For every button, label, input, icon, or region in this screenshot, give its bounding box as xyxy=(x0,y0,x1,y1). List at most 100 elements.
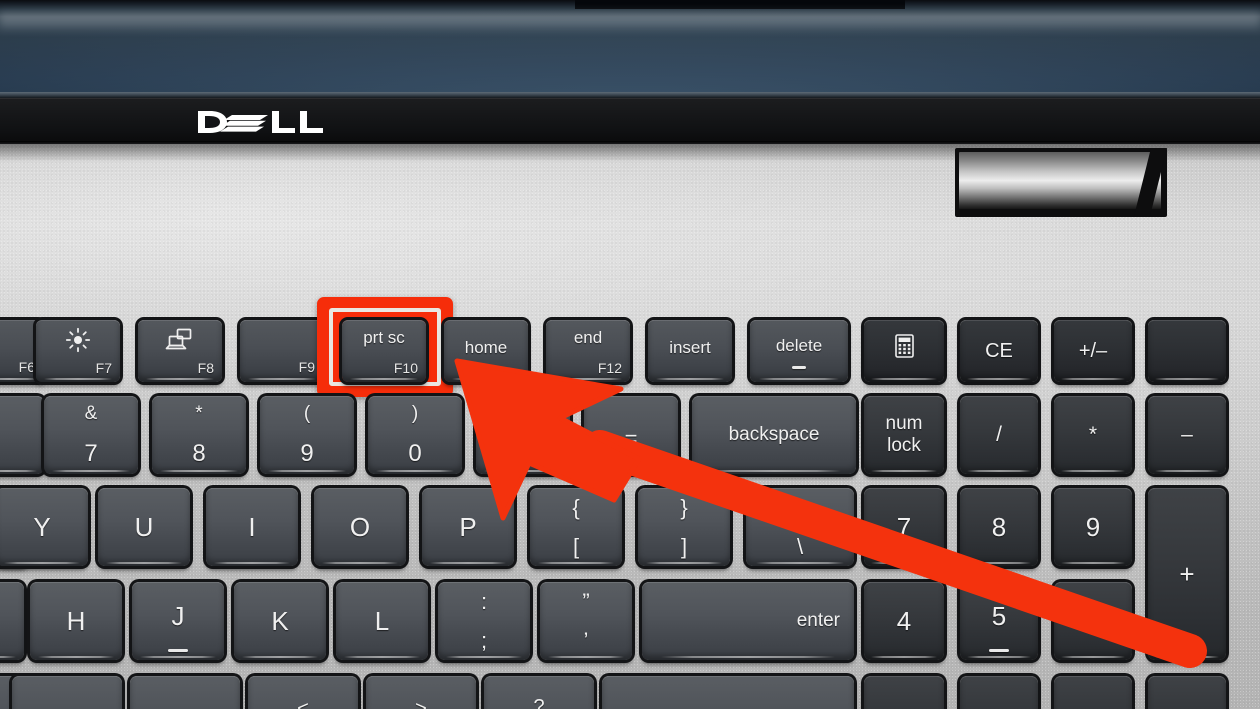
key-numpad-4[interactable]: 4 xyxy=(864,582,944,660)
key-equals[interactable]: = xyxy=(584,396,678,474)
key-num-lock-line1: num xyxy=(885,413,923,435)
key-numpad-plus[interactable]: + xyxy=(1148,488,1226,660)
key-backspace[interactable]: backspace xyxy=(692,396,856,474)
key-numpad-3[interactable] xyxy=(1054,676,1132,709)
key-numpad-5[interactable]: 5 xyxy=(960,582,1038,660)
key-backslash[interactable]: | \ xyxy=(746,488,854,566)
key-plus-minus-label: +/– xyxy=(1078,340,1108,362)
key-u-label: U xyxy=(134,511,154,542)
key-6[interactable] xyxy=(0,396,44,474)
key-numpad-enter[interactable] xyxy=(1148,676,1226,709)
keyboard: F6 F7 F8 F9 prt sc F10 home end F12 inse… xyxy=(0,0,1260,709)
key-numpad-1[interactable] xyxy=(864,676,944,709)
key-u[interactable]: U xyxy=(98,488,190,566)
key-9-shift-label: ( xyxy=(303,403,311,424)
key-period[interactable]: > xyxy=(366,676,476,709)
key-quote[interactable]: ” ’ xyxy=(540,582,632,660)
key-numpad-divide[interactable]: / xyxy=(960,396,1038,474)
key-comma[interactable]: < xyxy=(248,676,358,709)
key-numpad-6-label: 6 xyxy=(1085,605,1101,636)
key-insert-label: insert xyxy=(669,338,711,357)
key-8[interactable]: * 8 xyxy=(152,396,246,474)
key-k[interactable]: K xyxy=(234,582,326,660)
key-delete[interactable]: delete xyxy=(750,320,848,382)
key-numpad-minus[interactable]: – xyxy=(1148,396,1226,474)
key-slash[interactable]: ? xyxy=(484,676,594,709)
key-backspace-label: backspace xyxy=(728,424,820,445)
key-end-fnum: F12 xyxy=(597,360,622,376)
key-y-label: Y xyxy=(33,511,51,542)
key-9[interactable]: ( 9 xyxy=(260,396,354,474)
key-plus-minus[interactable]: +/– xyxy=(1054,320,1132,382)
key-numpad-8-label: 8 xyxy=(991,511,1007,542)
key-enter[interactable]: enter xyxy=(642,582,854,660)
key-0-shift-label: ) xyxy=(411,403,419,424)
key-numpad-7[interactable]: 7 xyxy=(864,488,944,566)
key-o[interactable]: O xyxy=(314,488,406,566)
key-numpad-4-label: 4 xyxy=(896,605,912,636)
key-bracket-right[interactable]: } ] xyxy=(638,488,730,566)
key-end[interactable]: end F12 xyxy=(546,320,630,382)
key-enter-label: enter xyxy=(796,610,840,631)
key-home[interactable]: home xyxy=(444,320,528,382)
key-semicolon-shift-label: : xyxy=(480,589,488,614)
key-i[interactable]: I xyxy=(206,488,298,566)
key-8-shift-label: * xyxy=(195,403,203,424)
key-delete-marker xyxy=(792,366,806,369)
key-bracket-left-shift-label: { xyxy=(572,495,580,520)
key-f8[interactable]: F8 xyxy=(138,320,222,382)
key-semicolon[interactable]: : ; xyxy=(438,582,530,660)
key-equals-label: = xyxy=(624,426,638,451)
key-bracket-right-shift-label: } xyxy=(680,495,688,520)
key-numpad-5-home-marker xyxy=(989,649,1009,652)
key-numpad-8[interactable]: 8 xyxy=(960,488,1038,566)
calculator-icon xyxy=(864,334,944,358)
key-g[interactable] xyxy=(0,582,24,660)
key-bracket-right-label: ] xyxy=(680,534,688,559)
key-7[interactable]: & 7 xyxy=(44,396,138,474)
key-num-lock[interactable]: num lock xyxy=(864,396,944,474)
key-minus-label: – xyxy=(516,426,530,451)
key-l[interactable]: L xyxy=(336,582,428,660)
key-p[interactable]: P xyxy=(422,488,514,566)
key-prt-sc-label: prt sc xyxy=(363,328,405,347)
key-numpad-6[interactable]: 6 xyxy=(1054,582,1132,660)
key-insert[interactable]: insert xyxy=(648,320,732,382)
key-j-home-marker xyxy=(168,649,188,652)
key-f7[interactable]: F7 xyxy=(36,320,120,382)
key-slash-shift-label: ? xyxy=(533,696,545,709)
key-calculator[interactable] xyxy=(864,320,944,382)
key-numpad-multiply[interactable]: * xyxy=(1054,396,1132,474)
key-m[interactable] xyxy=(130,676,240,709)
key-semicolon-label: ; xyxy=(480,628,488,653)
key-j[interactable]: J xyxy=(132,582,224,660)
key-0[interactable]: ) 0 xyxy=(368,396,462,474)
key-comma-shift-label: < xyxy=(297,698,309,709)
key-ce[interactable]: CE xyxy=(960,320,1038,382)
key-i-label: I xyxy=(248,511,256,542)
key-y[interactable]: Y xyxy=(0,488,88,566)
key-bracket-left[interactable]: { [ xyxy=(530,488,622,566)
key-numpad-9[interactable]: 9 xyxy=(1054,488,1132,566)
key-num-lock-line2: lock xyxy=(887,435,921,456)
key-prt-sc[interactable]: prt sc F10 xyxy=(342,320,426,382)
key-shift-right[interactable] xyxy=(602,676,854,709)
key-n[interactable] xyxy=(12,676,122,709)
key-h[interactable]: H xyxy=(30,582,122,660)
key-f9[interactable]: F9 xyxy=(240,320,324,382)
key-numpad-5-label: 5 xyxy=(991,600,1007,631)
key-numpad-2[interactable] xyxy=(960,676,1038,709)
key-9-label: 9 xyxy=(300,440,314,467)
brightness-icon xyxy=(36,327,120,353)
key-end-label: end xyxy=(573,328,603,347)
key-j-label: J xyxy=(171,600,185,631)
screenshot-root: F6 F7 F8 F9 prt sc F10 home end F12 inse… xyxy=(0,0,1260,709)
key-numpad-plus-label: + xyxy=(1179,558,1195,589)
display-switch-icon xyxy=(138,327,222,353)
key-minus[interactable]: – xyxy=(476,396,570,474)
key-f8-label: F8 xyxy=(197,360,214,376)
key-backslash-shift-label: | xyxy=(797,495,803,520)
key-quote-label: ’ xyxy=(583,628,589,653)
key-numpad-blank-top[interactable] xyxy=(1148,320,1226,382)
key-delete-label: delete xyxy=(775,336,823,355)
